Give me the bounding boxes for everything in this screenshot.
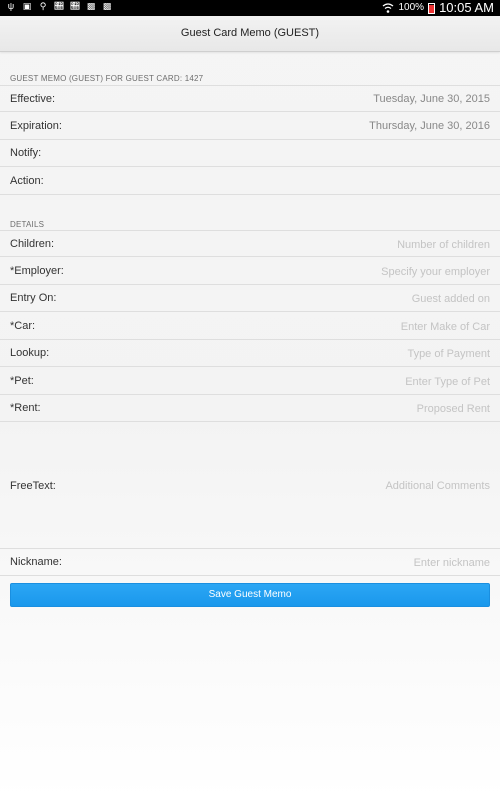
- battery-icon: [428, 2, 436, 14]
- status-bar: ψ ▣ ⚲ 𝔋 𝔋 ▩ ▩ 100% 10:05 AM: [0, 0, 500, 16]
- save-guest-memo-button[interactable]: Save Guest Memo: [10, 583, 490, 607]
- freetext-input[interactable]: [210, 480, 490, 500]
- rent-label: *Rent:: [10, 402, 41, 414]
- notification-icons: ψ ▣ ⚲ 𝔋 𝔋 ▩ ▩: [6, 1, 112, 12]
- action-row[interactable]: Action:: [0, 168, 500, 195]
- briefcase-icon: ▩: [86, 1, 96, 11]
- image-icon: ▣: [22, 1, 32, 11]
- employer-input[interactable]: [230, 262, 490, 281]
- effective-row[interactable]: Effective: Tuesday, June 30, 2015: [0, 85, 500, 112]
- children-input[interactable]: [230, 235, 490, 254]
- rent-row: *Rent:: [0, 395, 500, 422]
- expiration-label: Expiration:: [10, 120, 62, 132]
- entry-on-label: Entry On:: [10, 292, 57, 304]
- system-status: 100% 10:05 AM: [382, 0, 494, 16]
- pet-row: *Pet:: [0, 368, 500, 395]
- effective-value: Tuesday, June 30, 2015: [373, 93, 490, 105]
- employer-label: *Employer:: [10, 265, 64, 277]
- nickname-label: Nickname:: [10, 556, 62, 568]
- action-label: Action:: [10, 175, 44, 187]
- children-label: Children:: [10, 238, 55, 250]
- battery-percent: 100%: [398, 2, 425, 13]
- freetext-label: FreeText:: [10, 480, 56, 492]
- entry-on-input[interactable]: [230, 289, 490, 308]
- pet-label: *Pet:: [10, 375, 34, 387]
- news-icon: 𝔋: [70, 1, 80, 11]
- effective-label: Effective:: [10, 93, 56, 105]
- expiration-row[interactable]: Expiration: Thursday, June 30, 2016: [0, 113, 500, 140]
- usb-icon: ψ: [7, 1, 15, 11]
- clock: 10:05 AM: [439, 0, 494, 15]
- lookup-input[interactable]: [230, 344, 490, 363]
- rent-input[interactable]: [230, 399, 490, 418]
- news-icon: 𝔋: [54, 1, 64, 11]
- car-row: *Car:: [0, 313, 500, 340]
- pet-input[interactable]: [230, 372, 490, 391]
- key-icon: ⚲: [39, 1, 47, 11]
- notify-row[interactable]: Notify:: [0, 140, 500, 167]
- car-label: *Car:: [10, 320, 36, 332]
- car-input[interactable]: [230, 317, 490, 336]
- wifi-icon: [383, 3, 394, 13]
- briefcase-icon: ▩: [102, 1, 112, 11]
- employer-row: *Employer:: [0, 258, 500, 285]
- page-title: Guest Card Memo (GUEST): [0, 16, 500, 52]
- lookup-label: Lookup:: [10, 347, 50, 359]
- nickname-row: Nickname:: [0, 549, 500, 576]
- lookup-row: Lookup:: [0, 340, 500, 367]
- expiration-value: Thursday, June 30, 2016: [369, 120, 490, 132]
- nickname-input[interactable]: [230, 553, 490, 572]
- memo-section-label: GUEST MEMO (GUEST) FOR GUEST CARD: 1427: [10, 74, 204, 83]
- children-row: Children:: [0, 230, 500, 257]
- details-section-label: DETAILS: [10, 220, 45, 229]
- entry-on-row: Entry On:: [0, 285, 500, 312]
- freetext-row: FreeText:: [0, 423, 500, 549]
- notify-label: Notify:: [10, 147, 42, 159]
